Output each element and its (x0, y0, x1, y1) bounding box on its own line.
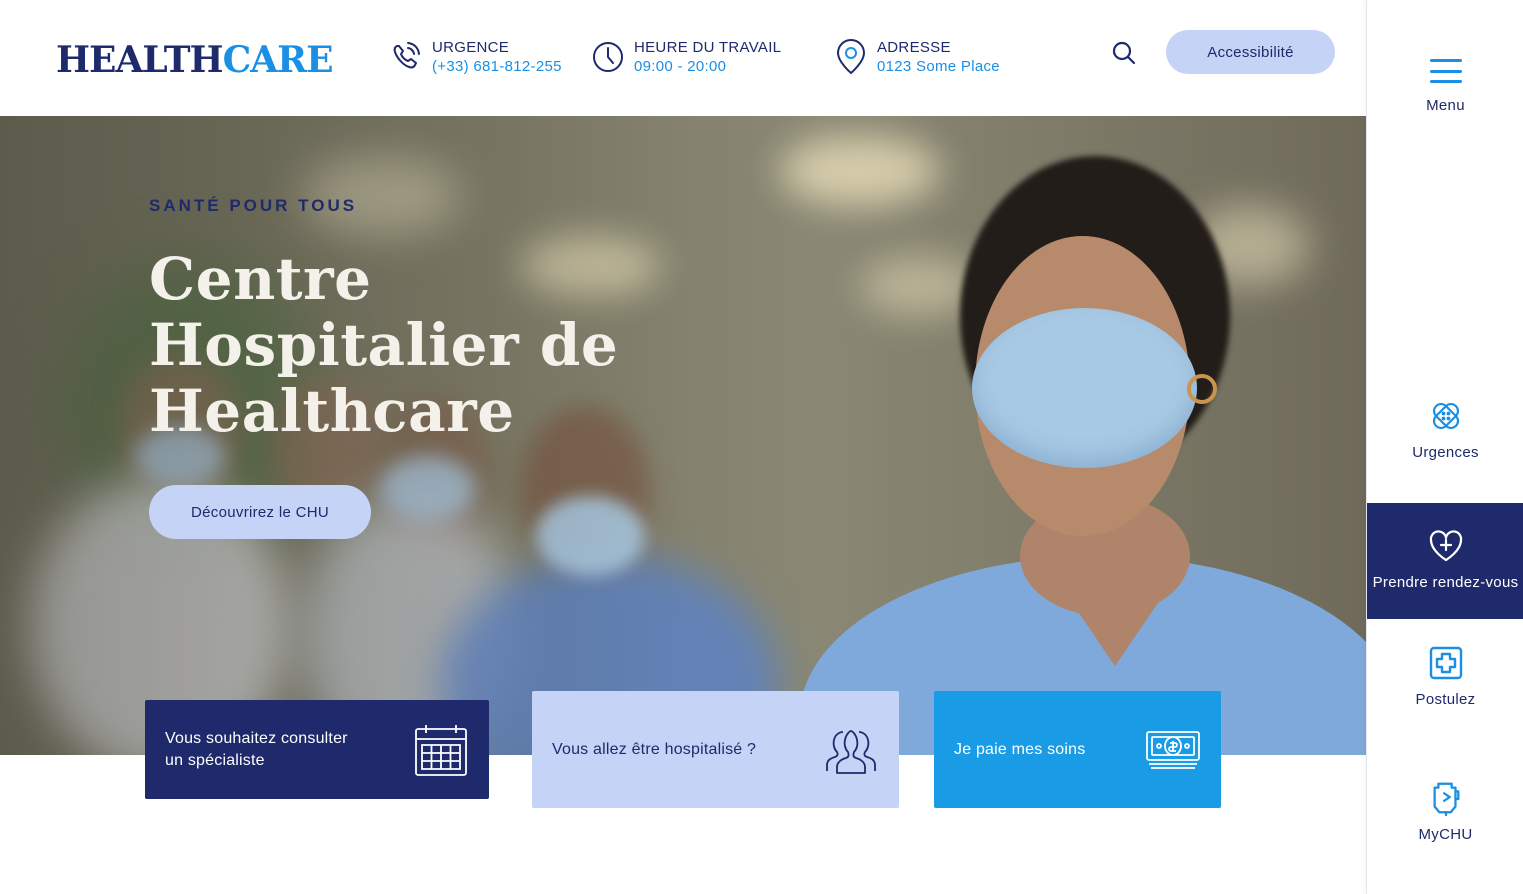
search-icon[interactable] (1110, 39, 1138, 67)
heart-plus-icon (1429, 530, 1462, 562)
info-hours: HEURE DU TRAVAIL 09:00 - 20:00 (590, 38, 781, 76)
sidebar-menu-button[interactable]: Menu (1367, 55, 1523, 135)
site-header: HEALTHCARE URGENCE (+33) 681-812-255 HEU… (0, 0, 1366, 116)
sidebar-item-mychu[interactable]: MyCHU (1367, 780, 1523, 860)
urgence-phone[interactable]: (+33) 681-812-255 (432, 57, 562, 76)
accessibility-button[interactable]: Accessibilité (1166, 30, 1335, 74)
card-consult-specialist[interactable]: Vous souhaitez consulter un spécialiste (145, 700, 489, 799)
logo-part-care: CARE (222, 39, 334, 81)
sidebar-item-label: MyCHU (1418, 826, 1473, 843)
clock-icon (590, 39, 626, 75)
hours-label: HEURE DU TRAVAIL (634, 39, 782, 56)
medical-cross-icon (1429, 646, 1462, 680)
card-hospitalization[interactable]: Vous allez être hospitalisé ? (532, 691, 899, 808)
money-icon (1145, 722, 1201, 778)
address-label: ADRESSE (877, 39, 951, 56)
location-pin-icon (833, 39, 869, 75)
right-sidebar: Menu Urgences Prendre rendez-vous Postul… (1366, 0, 1523, 894)
hero-banner: SANTÉ POUR TOUS Centre Hospitalier de He… (0, 116, 1366, 755)
card-label: Vous souhaitez consulter un spécialiste (165, 729, 348, 769)
calendar-icon (413, 722, 469, 778)
phone-icon (388, 39, 424, 75)
hours-value: 09:00 - 20:00 (634, 58, 727, 75)
discover-chu-button[interactable]: Découvrirez le CHU (149, 485, 371, 539)
hero-title: Centre Hospitalier de Healthcare (149, 245, 619, 445)
iv-bag-icon (1432, 782, 1459, 816)
sidebar-item-label: Urgences (1412, 444, 1479, 461)
card-label: Vous allez être hospitalisé ? (552, 740, 757, 758)
group-icon (823, 722, 879, 778)
urgence-label: URGENCE (432, 39, 510, 56)
info-urgence: URGENCE (+33) 681-812-255 (388, 38, 562, 76)
hero-tagline: SANTÉ POUR TOUS (149, 196, 358, 215)
site-logo[interactable]: HEALTHCARE (56, 38, 334, 82)
sidebar-item-urgences[interactable]: Urgences (1367, 398, 1523, 478)
sidebar-item-label: Postulez (1415, 691, 1476, 708)
bandage-icon (1432, 402, 1459, 430)
card-pay-care[interactable]: Je paie mes soins (934, 691, 1221, 808)
logo-part-health: HEALTH (56, 39, 224, 81)
info-address: ADRESSE 0123 Some Place (833, 38, 1000, 76)
sidebar-menu-label: Menu (1426, 97, 1465, 114)
hamburger-icon (1428, 55, 1464, 87)
card-label: Je paie mes soins (954, 740, 1086, 758)
address-value: 0123 Some Place (877, 58, 1000, 75)
sidebar-item-postulez[interactable]: Postulez (1367, 645, 1523, 725)
sidebar-item-rendez-vous[interactable]: Prendre rendez-vous (1367, 503, 1523, 619)
sidebar-item-label: Prendre rendez-vous (1372, 574, 1519, 591)
